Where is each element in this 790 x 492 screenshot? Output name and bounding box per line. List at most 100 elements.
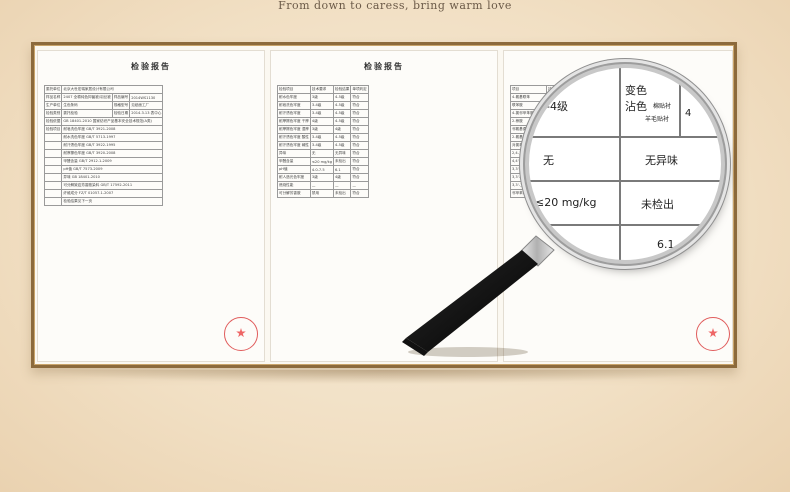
magnified-formaldehyde-result: 未检出 (641, 198, 674, 211)
table-row: 甲醛含量 GB/T 2912.1-2009 (43, 157, 164, 166)
table-row: 样品名称 2407 全棉纯色抑菌被/羽丝被 样品编号 2014WS1130 (43, 93, 164, 102)
table-cell: 符合 (350, 149, 369, 158)
table-row: pH值 4.0-7.5 6.1 符合 (277, 165, 369, 174)
table-cell: 可分解致癌芳香胺染料 GB/T 17592-2011 (61, 181, 164, 190)
table-cell: 符合 (350, 165, 369, 174)
table-row: 耐水洗色牢度 GB/T 5713-1997 (43, 133, 164, 142)
table-cell: 符合 (350, 93, 369, 102)
table-cell: 2014WS1130 (129, 93, 164, 102)
table-cell: 4-5级 (332, 93, 352, 102)
table-row: 耐汗渍色牢度 3-4级 4-5级 符合 (277, 109, 369, 118)
table-row: 耐人造光色牢度 3级 4级 符合 (277, 173, 369, 182)
table-cell: 符合 (350, 157, 369, 166)
table-row: 检验类别 委托检验 检验日期 2014.3.13 表中心 (43, 109, 164, 118)
table-cell: 符合 (350, 141, 369, 150)
table-cell: 符合 (350, 117, 369, 126)
table-row: 耐摩擦色牢度 湿摩 3级 4级 符合 (277, 125, 369, 134)
table-cell: — (332, 181, 352, 190)
table-row: 异味无无异味 符合 (277, 149, 369, 158)
magnified-staining: 沾色 (625, 100, 647, 113)
table-cell: 检验结果见下一页 (61, 197, 164, 206)
table-cell: 异味 (277, 149, 311, 158)
table-cell: 技术要求 (309, 85, 335, 94)
table-cell (43, 181, 63, 190)
table-cell: 样品编号 (111, 93, 131, 102)
table-cell: 符合 (350, 133, 369, 142)
table-cell: 4级 (332, 125, 352, 134)
table-cell: 4-5级 (332, 117, 352, 126)
table-cell: 纤维成分 FZ/T 01057.1-2007 (61, 189, 164, 198)
table-row: 异味 GB 18401-2010 (43, 173, 164, 182)
magnified-ph-result: 6.1 (657, 238, 675, 251)
table-cell: 3-4级 (309, 109, 335, 118)
table-row: 检验依据 GB 18401-2010 国家纺织产品基本安全技术规范(A类) (43, 117, 164, 126)
table-cell: 未检出 (332, 189, 352, 198)
table-cell: 耐汗渍色牢度 碱性 (277, 141, 311, 150)
table-cell: 符合 (350, 173, 369, 182)
report-table: 检验项目 技术要求 检验结果 单项判定 耐水色牢度 3级 4-5级 符合 耐皂洗色牢度 3-4级 4… (277, 85, 369, 198)
table-row: 检验项目 耐皂洗色牢度 GB/T 3921-2008 (43, 125, 164, 134)
table-cell (43, 173, 63, 182)
table-row: 甲醛含量 ≤20 mg/kg 未检出 符合 (277, 157, 369, 166)
table-cell: 耐汗渍色牢度 (277, 109, 311, 118)
table-row: 耐摩擦色牢度 GB/T 3920-2008 (43, 149, 164, 158)
table-row: 检验项目 技术要求 检验结果 单项判定 (277, 85, 369, 94)
table-cell: 生色条码 (61, 101, 113, 110)
table-cell (43, 149, 63, 158)
table-cell: 检验项目 (277, 85, 311, 94)
magnified-color-change: 变色 (625, 84, 647, 97)
table-cell: — (350, 181, 369, 190)
table-cell: ≤20 mg/kg (309, 157, 335, 166)
table-cell: 燃烧性能 (277, 181, 311, 190)
table-cell: 4-5级 (332, 101, 352, 110)
table-row: 耐汗渍色牢度 GB/T 3922-1995 (43, 141, 164, 150)
table-row: 耐汗渍色牢度 碱性 3-4级 4-5级 符合 (277, 141, 369, 150)
table-cell: 2407 全棉纯色抑菌被/羽丝被 (61, 93, 113, 102)
table-cell: 符合 (350, 125, 369, 134)
table-cell: 耐摩擦色牢度 干摩 (277, 117, 311, 126)
table-cell: 耐摩擦色牢度 湿摩 (277, 125, 311, 134)
table-cell: 无 (309, 149, 335, 158)
table-row: pH值 GB/T 7573-2009 (43, 165, 164, 174)
table-cell: 委托单位 (43, 85, 63, 94)
table-cell: 耐水色牢度 (277, 93, 311, 102)
table-cell: 6.1 (332, 165, 352, 174)
table-cell: 检验项目 (43, 125, 63, 134)
table-cell: 未检出 (332, 157, 352, 166)
table-cell: 4.0-7.5 (309, 165, 335, 174)
table-cell: 见纸面工厂 (129, 101, 164, 110)
table-cell: 4-5级 (332, 133, 352, 142)
table-cell (43, 157, 63, 166)
table-cell: 3级 (309, 173, 335, 182)
table-cell: 检验日期 (111, 109, 131, 118)
table-cell: 3-4级 (309, 101, 335, 110)
magnified-ph-range: -7.5 (535, 238, 557, 251)
table-cell: GB 18401-2010 国家纺织产品基本安全技术规范(A类) (61, 117, 164, 126)
table-cell: pH值 (277, 165, 311, 174)
table-cell: 生产单位 (43, 101, 63, 110)
table-cell: 规格型号 (111, 101, 131, 110)
table-cell: 耐皂洗色牢度 (277, 101, 311, 110)
table-row: 耐皂洗色牢度 3-4级 4-5级 符合 (277, 101, 369, 110)
table-cell: 符合 (350, 189, 369, 198)
table-cell: 4级 (309, 117, 335, 126)
table-row: 耐汗渍色牢度 酸性 3-4级 4-5级 符合 (277, 133, 369, 142)
table-cell: 3级 (309, 93, 335, 102)
table-cell: 耐皂洗色牢度 GB/T 3921-2008 (61, 125, 164, 134)
table-cell: 符合 (350, 101, 369, 110)
table-cell: 符合 (350, 109, 369, 118)
table-row: 纤维成分 FZ/T 01057.1-2007 (43, 189, 164, 198)
table-cell: 3-4级 (309, 133, 335, 142)
page-title: 检验报告 (364, 61, 404, 71)
table-cell (43, 189, 63, 198)
table-cell: pH值 GB/T 7573-2009 (61, 165, 164, 174)
table-row: 燃烧性能 — — — (277, 181, 369, 190)
table-cell: 检验类别 (43, 109, 63, 118)
table-cell: 3-4级 (309, 141, 335, 150)
table-row: 委托单位 北京大世宏瑞家居设计有限公司 (43, 85, 164, 94)
tagline: From down to caress, bring warm love (278, 0, 512, 12)
table-cell: 耐水洗色牢度 GB/T 5713-1997 (61, 133, 164, 142)
magnified-grade: 3-4级 (539, 100, 568, 113)
table-cell: 无异味 (332, 149, 352, 158)
table-cell: 甲醛含量 (277, 157, 311, 166)
